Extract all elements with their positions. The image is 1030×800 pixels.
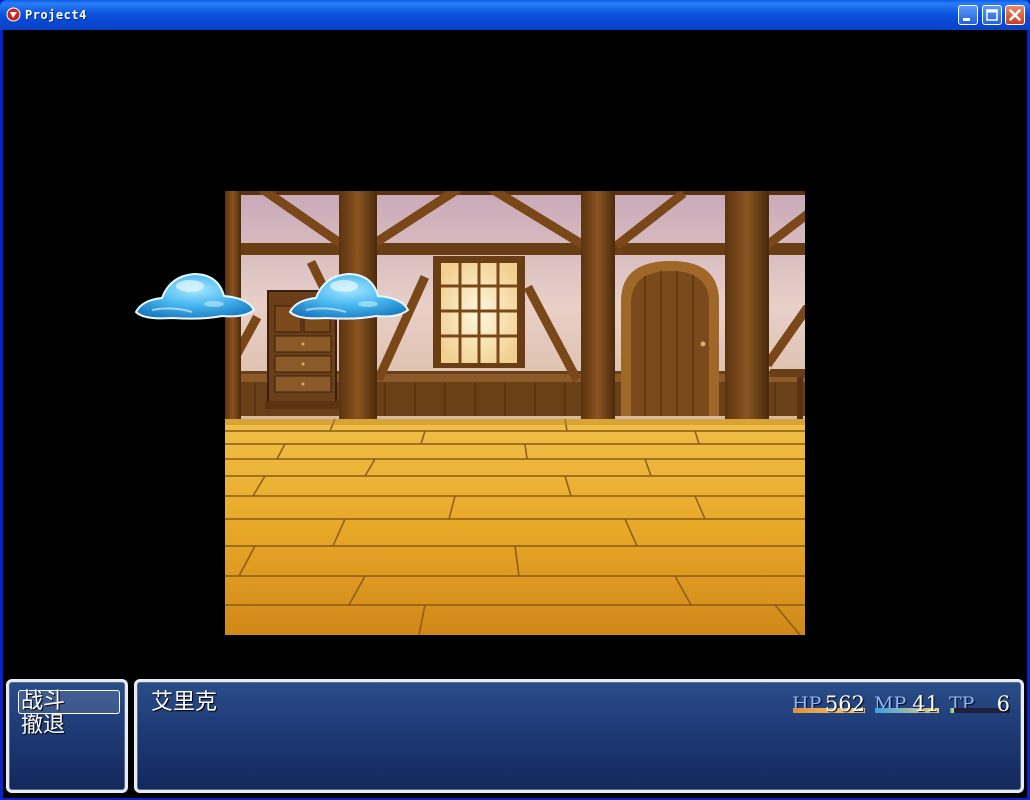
- slime-icon[interactable]: [132, 266, 258, 322]
- battle-background: [225, 191, 805, 635]
- battle-background-image: [225, 191, 805, 635]
- actor-name: 艾里克: [151, 690, 218, 715]
- minimize-icon: [963, 18, 970, 21]
- title-bar[interactable]: Project4: [0, 0, 1030, 30]
- party-command-window: 战斗 撤退: [6, 679, 128, 793]
- hp-value: 562: [824, 692, 865, 716]
- battle-status-window: 艾里克 HP 562 MP 41 TP 6: [134, 679, 1024, 793]
- mp-value: 41: [912, 692, 939, 716]
- game-window: Project4 战斗 撤退 艾里克 HP 562 MP 41 TP 6: [0, 0, 1030, 800]
- minimize-button[interactable]: [958, 5, 978, 25]
- slime-icon[interactable]: [286, 266, 412, 322]
- close-button[interactable]: [1005, 5, 1025, 25]
- maximize-icon: [986, 9, 998, 21]
- command-fight[interactable]: 战斗: [21, 689, 117, 715]
- app-icon: [6, 7, 21, 22]
- close-icon: [1009, 9, 1021, 21]
- game-screen[interactable]: 战斗 撤退 艾里克 HP 562 MP 41 TP 6: [3, 30, 1027, 798]
- maximize-button[interactable]: [982, 5, 1002, 25]
- tp-value: 6: [996, 692, 1010, 716]
- window-title: Project4: [25, 8, 87, 22]
- tp-gauge-fill: [950, 708, 954, 713]
- command-escape[interactable]: 撤退: [21, 713, 117, 739]
